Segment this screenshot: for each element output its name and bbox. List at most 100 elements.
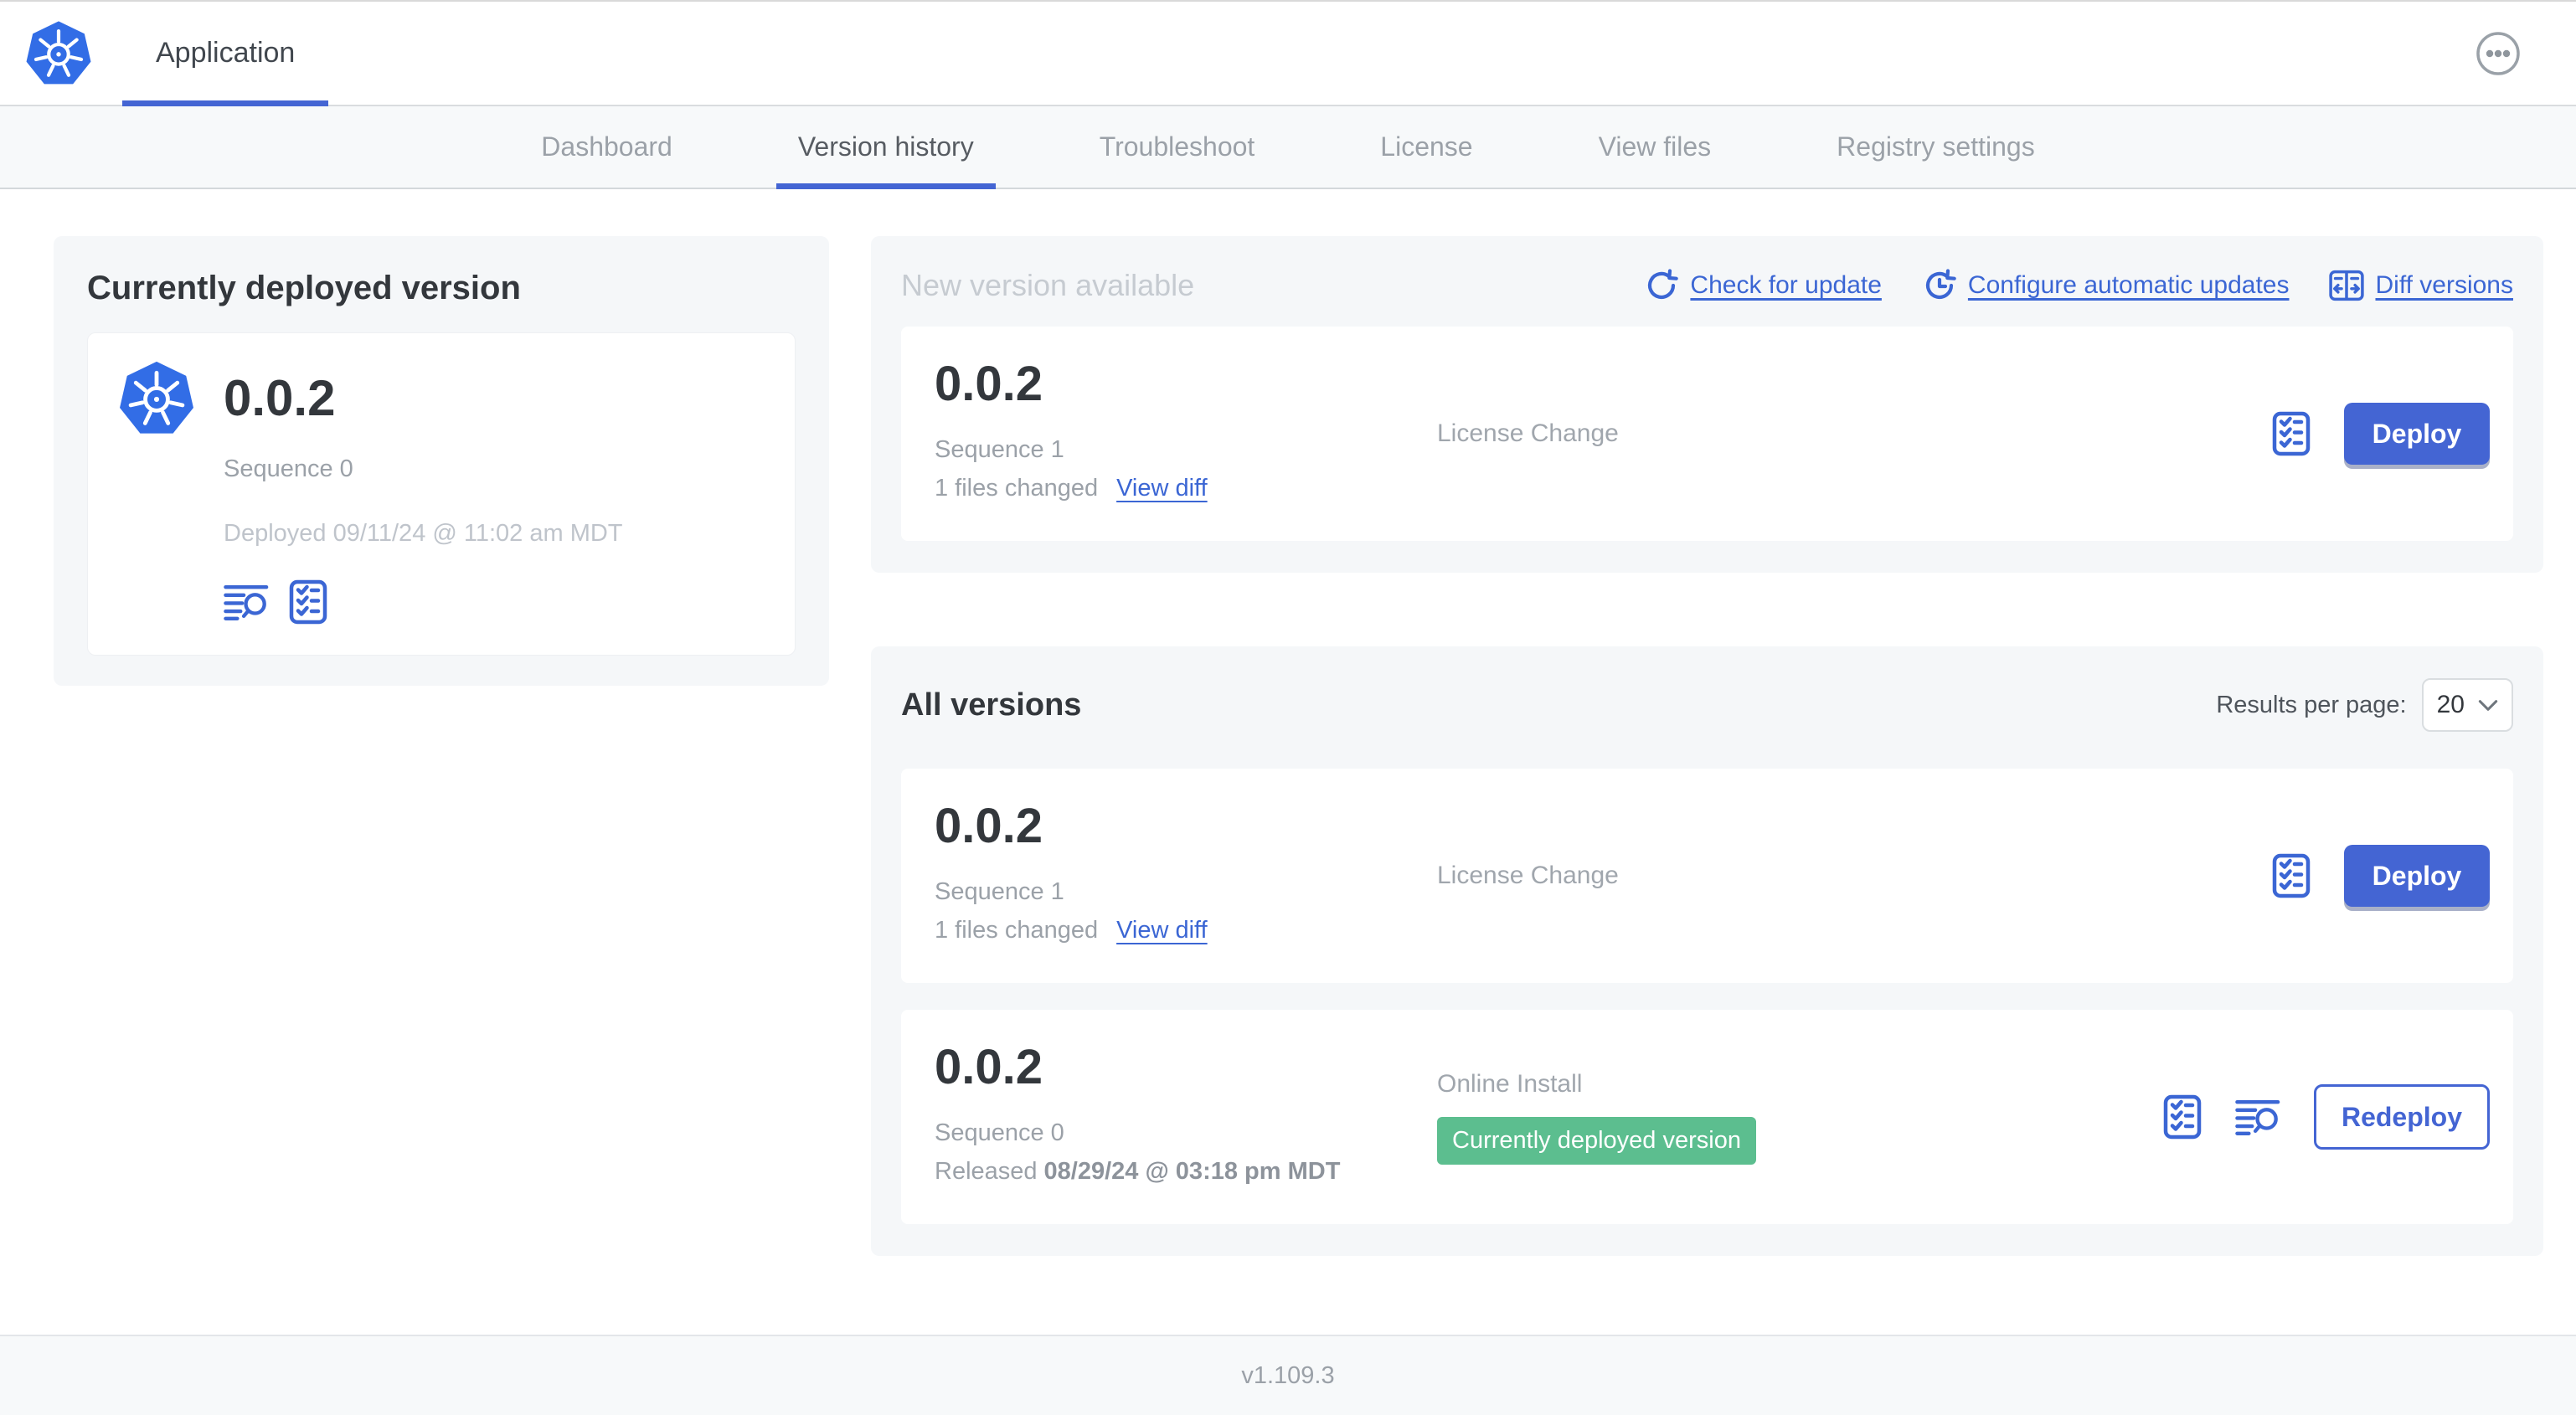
version-actions: Deploy: [2272, 403, 2490, 465]
version-number: 0.0.2: [935, 357, 1043, 411]
logs-icon: [2235, 1098, 2280, 1136]
app-footer: v1.109.3: [0, 1335, 2576, 1415]
deploy-button[interactable]: Deploy: [2344, 845, 2490, 907]
files-changed-label: 1 files changed: [935, 475, 1099, 502]
tab-view-files[interactable]: View files: [1567, 106, 1744, 188]
version-source: License Change: [1437, 419, 2272, 448]
version-info: 0.0.2 Sequence 1 1 files changed View dif…: [935, 802, 1437, 949]
preflight-checks-button[interactable]: [2163, 1094, 2202, 1140]
deploy-button[interactable]: Deploy: [2344, 403, 2490, 465]
active-tab-underline: [775, 183, 996, 189]
app-tab-label: Application: [156, 37, 296, 69]
results-per-page-value: 20: [2436, 691, 2465, 718]
more-options-button[interactable]: [2476, 31, 2521, 76]
preflight-checks-button[interactable]: [289, 579, 327, 625]
currently-deployed-title: Currently deployed version: [87, 270, 521, 306]
app-header: Application: [0, 2, 2576, 106]
version-source: Online Install Currently deployed versio…: [1437, 1070, 2163, 1165]
deployed-version-info: 0.0.2 Sequence 0 Deployed 09/11/24 @ 11:…: [224, 358, 623, 625]
version-sequence: Sequence 0: [935, 1119, 1064, 1146]
deployed-sequence: Sequence 0: [224, 455, 353, 482]
view-diff-link[interactable]: View diff: [1116, 917, 1208, 944]
view-diff-link[interactable]: View diff: [1116, 475, 1208, 502]
view-logs-button[interactable]: [2235, 1098, 2280, 1136]
checklist-icon: [2163, 1094, 2202, 1140]
logs-icon: [224, 583, 269, 621]
check-for-update-label: Check for update: [1690, 271, 1882, 299]
chevron-down-icon: [2478, 699, 2498, 711]
scheduled-update-icon: [1925, 269, 1956, 300]
deployed-version-card: 0.0.2 Sequence 0 Deployed 09/11/24 @ 11:…: [87, 332, 796, 656]
deployed-version-number: 0.0.2: [224, 370, 336, 426]
diff-versions-link[interactable]: Diff versions: [2329, 268, 2513, 303]
configure-automatic-updates-link[interactable]: Configure automatic updates: [1922, 268, 2290, 303]
deployed-actions: [224, 579, 623, 625]
released-line: Released 08/29/24 @ 03:18 pm MDT: [935, 1152, 1437, 1191]
version-source: License Change: [1437, 862, 2272, 890]
version-row-sequence-1: 0.0.2 Sequence 1 1 files changed View dif…: [901, 769, 2513, 983]
tab-version-history[interactable]: Version history: [766, 106, 1006, 189]
version-sequence: Sequence 1: [935, 436, 1064, 463]
update-links: Check for update Configure automatic upd…: [1644, 268, 2513, 303]
source-label: License Change: [1437, 862, 1619, 889]
version-sequence: Sequence 1: [935, 878, 1064, 905]
files-changed-line: 1 files changed View diff: [935, 469, 1437, 507]
results-per-page-select[interactable]: 20: [2421, 678, 2513, 732]
tab-label: License: [1380, 131, 1473, 162]
version-row-sequence-0: 0.0.2 Sequence 0 Released 08/29/24 @ 03:1…: [901, 1010, 2513, 1224]
version-actions: Deploy: [2272, 845, 2490, 907]
kots-admin-console: Application Dashboard Version history Tr…: [0, 0, 2576, 1415]
checklist-icon: [2272, 853, 2311, 898]
tab-label: Dashboard: [541, 131, 672, 162]
released-label: Released: [935, 1158, 1038, 1185]
configure-automatic-updates-label: Configure automatic updates: [1967, 271, 2290, 299]
files-changed-line: 1 files changed View diff: [935, 911, 1437, 949]
tab-label: Version history: [797, 131, 974, 162]
tab-label: View files: [1598, 131, 1712, 162]
console-version: v1.109.3: [1241, 1361, 1335, 1389]
app-tab-active-underline: [122, 100, 329, 106]
app-icon-kubernetes: [116, 358, 197, 625]
view-logs-button[interactable]: [224, 583, 269, 621]
all-versions-title: All versions: [901, 687, 1082, 723]
currently-deployed-card: Currently deployed version 0.0.2 Sequenc…: [54, 236, 829, 686]
check-for-update-link[interactable]: Check for update: [1644, 268, 1882, 303]
version-info: 0.0.2 Sequence 0 Released 08/29/24 @ 03:1…: [935, 1043, 1437, 1191]
checklist-icon: [2272, 411, 2311, 456]
preflight-checks-button[interactable]: [2272, 411, 2311, 456]
all-versions-card: All versions Results per page: 20 0.0.2 …: [871, 646, 2543, 1256]
tab-troubleshoot[interactable]: Troubleshoot: [1068, 106, 1287, 188]
files-changed-label: 1 files changed: [935, 917, 1099, 944]
diff-versions-label: Diff versions: [2375, 271, 2513, 299]
new-version-header: New version available Check for update C…: [901, 268, 2513, 303]
ellipsis-icon: [2476, 31, 2520, 75]
version-actions: Redeploy: [2163, 1084, 2490, 1150]
right-column: New version available Check for update C…: [871, 236, 2543, 1256]
deployed-timestamp: Deployed 09/11/24 @ 11:02 am MDT: [224, 520, 623, 547]
refresh-icon: [1648, 269, 1679, 300]
version-number: 0.0.2: [935, 1040, 1043, 1094]
source-label: License Change: [1437, 419, 1619, 447]
new-version-card: New version available Check for update C…: [871, 236, 2543, 573]
new-version-title: New version available: [901, 268, 1195, 302]
version-history-page: Currently deployed version 0.0.2 Sequenc…: [0, 189, 2576, 1335]
preflight-checks-button[interactable]: [2272, 853, 2311, 898]
main-nav: Dashboard Version history Troubleshoot L…: [0, 106, 2576, 189]
tab-label: Troubleshoot: [1099, 131, 1255, 162]
source-label: Online Install: [1437, 1069, 1583, 1098]
redeploy-button[interactable]: Redeploy: [2313, 1084, 2490, 1150]
kubernetes-logo-icon: [23, 2, 94, 105]
tab-registry-settings[interactable]: Registry settings: [1805, 106, 2067, 188]
results-per-page-label: Results per page:: [2216, 691, 2407, 718]
version-number: 0.0.2: [935, 799, 1043, 853]
tab-license[interactable]: License: [1348, 106, 1504, 188]
diff-icon: [2329, 270, 2365, 301]
currently-deployed-badge: Currently deployed version: [1437, 1116, 1756, 1165]
released-date: 08/29/24 @ 03:18 pm MDT: [1043, 1158, 1341, 1185]
app-tab-application[interactable]: Application: [122, 2, 329, 106]
checklist-icon: [289, 579, 327, 625]
new-version-row: 0.0.2 Sequence 1 1 files changed View dif…: [901, 327, 2513, 541]
version-list: 0.0.2 Sequence 1 1 files changed View dif…: [901, 769, 2513, 1224]
tab-label: Registry settings: [1837, 131, 2035, 162]
tab-dashboard[interactable]: Dashboard: [509, 106, 704, 188]
